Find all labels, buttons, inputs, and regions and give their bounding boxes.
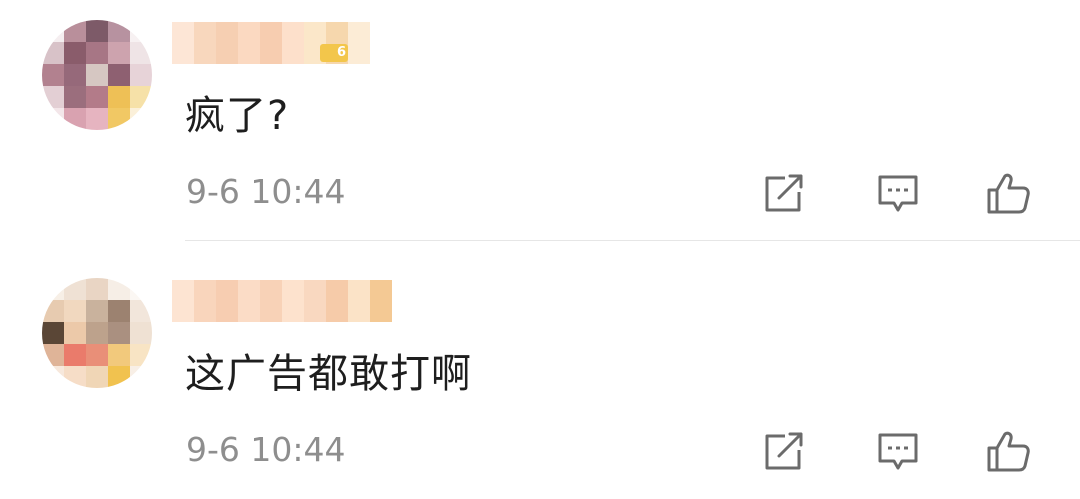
divider [185, 240, 1080, 241]
avatar[interactable] [42, 278, 152, 388]
comment-text: 疯了? [185, 93, 290, 139]
level-badge: 6 [320, 44, 348, 62]
comment-item: 这广告都敢打啊 9-6 10:44 [0, 258, 1080, 498]
comment-time: 9-6 10:44 [186, 172, 346, 211]
like-icon[interactable] [985, 170, 1031, 216]
comment-item: 6 疯了? 9-6 10:44 [0, 0, 1080, 241]
comment-time: 9-6 10:44 [186, 430, 346, 469]
share-icon[interactable] [761, 428, 807, 474]
reply-icon[interactable] [875, 428, 921, 474]
avatar[interactable] [42, 20, 152, 130]
share-icon[interactable] [761, 170, 807, 216]
username[interactable] [172, 280, 392, 322]
like-icon[interactable] [985, 428, 1031, 474]
comment-text: 这广告都敢打啊 [185, 351, 472, 397]
reply-icon[interactable] [875, 170, 921, 216]
